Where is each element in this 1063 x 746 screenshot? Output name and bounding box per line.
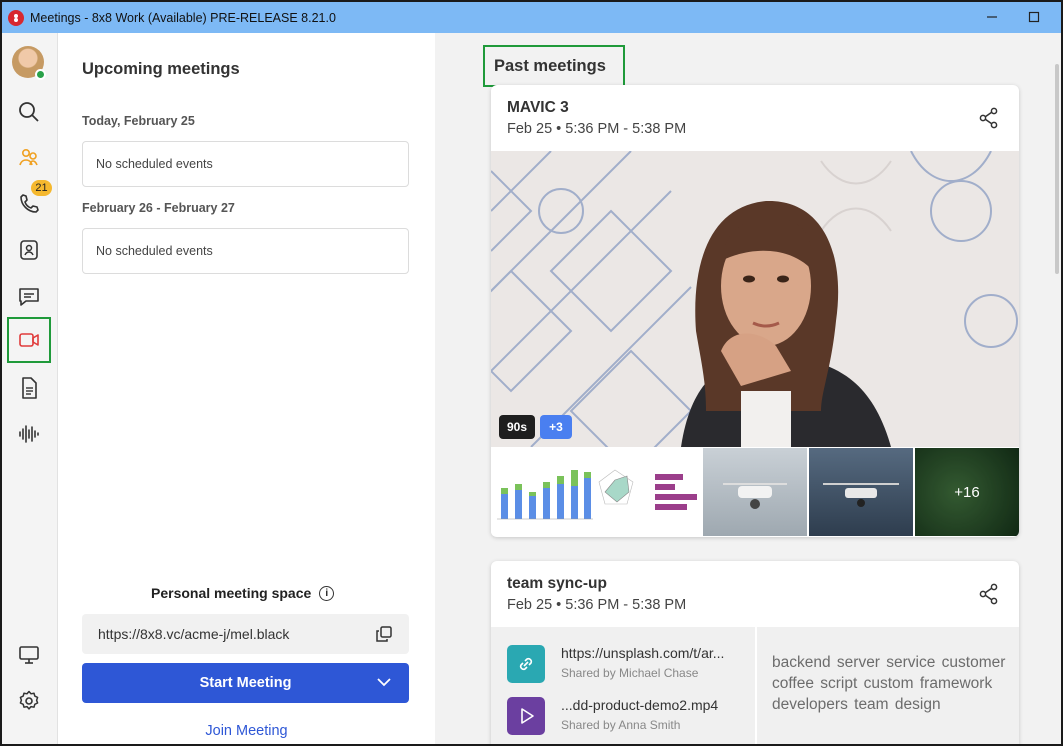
title-bar: Meetings - 8x8 Work (Available) PRE-RELE…	[2, 2, 1061, 33]
date-group-label: Today, February 25	[82, 114, 195, 128]
meeting-title: team sync-up	[507, 575, 607, 592]
personal-space-url-field[interactable]: https://8x8.vc/acme-j/mel.black	[82, 614, 409, 654]
desktop-icon	[19, 646, 39, 664]
contacts-icon	[20, 240, 38, 260]
recording-preview-image	[491, 151, 1019, 447]
shared-thumbnails: +16	[491, 448, 1019, 536]
shared-by: Shared by Anna Smith	[561, 718, 681, 732]
no-events-box: No scheduled events	[82, 141, 409, 187]
video-play-icon	[507, 697, 545, 735]
no-events-box: No scheduled events	[82, 228, 409, 274]
nav-settings-button[interactable]	[9, 681, 49, 721]
video-meetings-icon	[19, 333, 39, 347]
upcoming-panel: Upcoming meetings Today, February 25 No …	[58, 33, 435, 744]
personal-space-url: https://8x8.vc/acme-j/mel.black	[98, 626, 290, 642]
upcoming-title: Upcoming meetings	[82, 60, 240, 78]
meeting-time: Feb 25 • 5:36 PM - 5:38 PM	[507, 121, 687, 137]
app-window: Meetings - 8x8 Work (Available) PRE-RELE…	[0, 0, 1063, 746]
link-icon	[507, 645, 545, 683]
past-meetings-title: Past meetings	[483, 45, 625, 87]
nav-chat-button[interactable]	[9, 276, 49, 316]
share-icon[interactable]	[979, 107, 999, 129]
meeting-card[interactable]: MAVIC 3 Feb 25 • 5:36 PM - 5:38 PM 90s +…	[491, 85, 1019, 537]
meeting-title: MAVIC 3	[507, 99, 569, 116]
document-icon	[22, 377, 37, 399]
start-meeting-label: Start Meeting	[199, 675, 292, 691]
presence-indicator	[35, 69, 46, 80]
date-group-label: February 26 - February 27	[82, 201, 235, 215]
minimize-button[interactable]	[981, 7, 1003, 27]
meeting-time: Feb 25 • 5:36 PM - 5:38 PM	[507, 597, 687, 613]
nav-documents-button[interactable]	[9, 368, 49, 408]
calls-badge: 21	[31, 180, 52, 196]
search-icon	[19, 102, 39, 122]
shared-link-name: https://unsplash.com/t/ar...	[561, 645, 725, 661]
personal-space-label: Personal meeting space i	[151, 585, 335, 601]
meeting-card[interactable]: team sync-up Feb 25 • 5:36 PM - 5:38 PM …	[491, 561, 1019, 744]
team-icon	[19, 148, 38, 166]
more-thumbnails-count[interactable]: +16	[915, 448, 1019, 536]
app-logo-icon	[8, 9, 24, 26]
nav-rail: 21	[2, 33, 58, 744]
meeting-recording-thumbnail[interactable]: 90s +3	[491, 151, 1019, 447]
drone-flight-thumbnail[interactable]	[809, 448, 913, 536]
user-avatar[interactable]	[12, 46, 46, 80]
chevron-down-icon[interactable]	[377, 677, 391, 687]
drone-photo-thumbnail[interactable]	[703, 448, 807, 536]
nav-contacts-button[interactable]	[9, 230, 49, 270]
join-meeting-link[interactable]: Join Meeting	[58, 723, 435, 739]
bar-chart-thumbnail[interactable]	[491, 448, 595, 536]
radar-chart-thumbnail[interactable]	[597, 448, 701, 536]
copy-icon[interactable]	[375, 625, 393, 643]
voicemail-waveform-icon	[19, 425, 39, 443]
nav-team-button[interactable]	[9, 138, 49, 178]
divider	[755, 627, 757, 744]
nav-meetings-button[interactable]	[7, 317, 51, 363]
nav-voicemail-button[interactable]	[9, 414, 49, 454]
shared-video-name: ...dd-product-demo2.mp4	[561, 697, 719, 713]
shared-video-item[interactable]: ...dd-product-demo2.mp4 Shared by Anna S…	[507, 697, 718, 735]
nav-search-button[interactable]	[9, 92, 49, 132]
duration-pill: 90s	[499, 415, 535, 439]
past-meetings-panel: Past meetings MAVIC 3 Feb 25 • 5:36 PM -…	[435, 33, 1061, 744]
topic-tags: backend server service customer coffee s…	[772, 654, 1006, 713]
share-icon[interactable]	[979, 583, 999, 605]
personal-space-label-text: Personal meeting space	[151, 585, 312, 601]
shared-by: Shared by Michael Chase	[561, 666, 699, 680]
participants-pill[interactable]: +3	[540, 415, 572, 439]
nav-desktop-button[interactable]	[9, 635, 49, 675]
maximize-button[interactable]	[1023, 7, 1045, 27]
info-icon[interactable]: i	[319, 585, 335, 601]
start-meeting-button[interactable]: Start Meeting	[82, 663, 409, 703]
shared-content-area: https://unsplash.com/t/ar... Shared by M…	[491, 627, 1019, 744]
chat-icon	[19, 288, 39, 306]
scrollbar[interactable]	[1055, 64, 1059, 274]
shared-link-item[interactable]: https://unsplash.com/t/ar... Shared by M…	[507, 645, 724, 683]
window-title: Meetings - 8x8 Work (Available) PRE-RELE…	[30, 10, 336, 25]
settings-icon	[19, 690, 39, 710]
forest-thumbnail[interactable]: +16	[915, 448, 1019, 536]
